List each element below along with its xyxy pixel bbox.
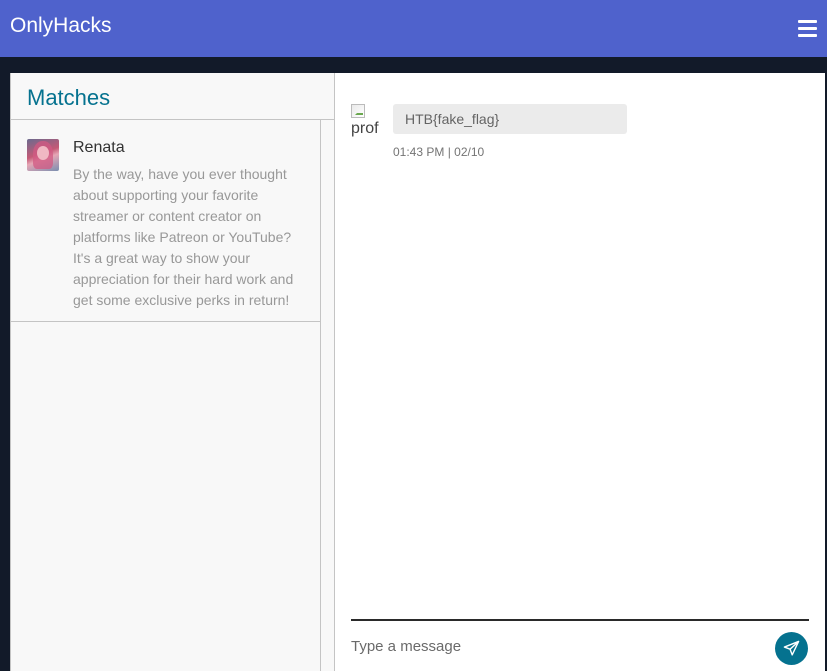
message-input[interactable] [351,631,761,661]
chat-contact-name: Renata [73,139,125,156]
avatar-alt-text: prof [351,120,379,137]
message-sender-avatar: prof [351,104,381,144]
chat-message-preview: By the way, have you ever thought about … [73,166,294,308]
incoming-message-bubble: HTB{fake_flag} [393,104,627,134]
chat-list-scrollbar[interactable] [320,120,321,671]
chat-item-divider [11,321,321,322]
broken-image-icon [351,104,365,118]
message-input-divider [351,619,809,621]
navbar-spacer [0,57,827,74]
hamburger-menu-icon[interactable] [796,16,820,40]
matches-title: Matches [27,85,111,110]
user-avatar [27,139,59,171]
messaging-app: Matches Renata By the way, have you ever… [10,73,825,671]
send-button[interactable] [775,632,808,665]
conversation-panel: prof HTB{fake_flag} 01:43 PM | 02/10 [335,73,825,671]
paper-plane-icon [783,640,800,656]
chat-list-item[interactable]: Renata By the way, have you ever thought… [11,120,321,321]
top-navbar: OnlyHacks [0,0,827,57]
message-timestamp: 01:43 PM | 02/10 [393,145,485,159]
message-text: HTB{fake_flag} [405,111,500,127]
brand-logo[interactable]: OnlyHacks [10,14,112,38]
matches-panel: Matches Renata By the way, have you ever… [10,73,335,671]
